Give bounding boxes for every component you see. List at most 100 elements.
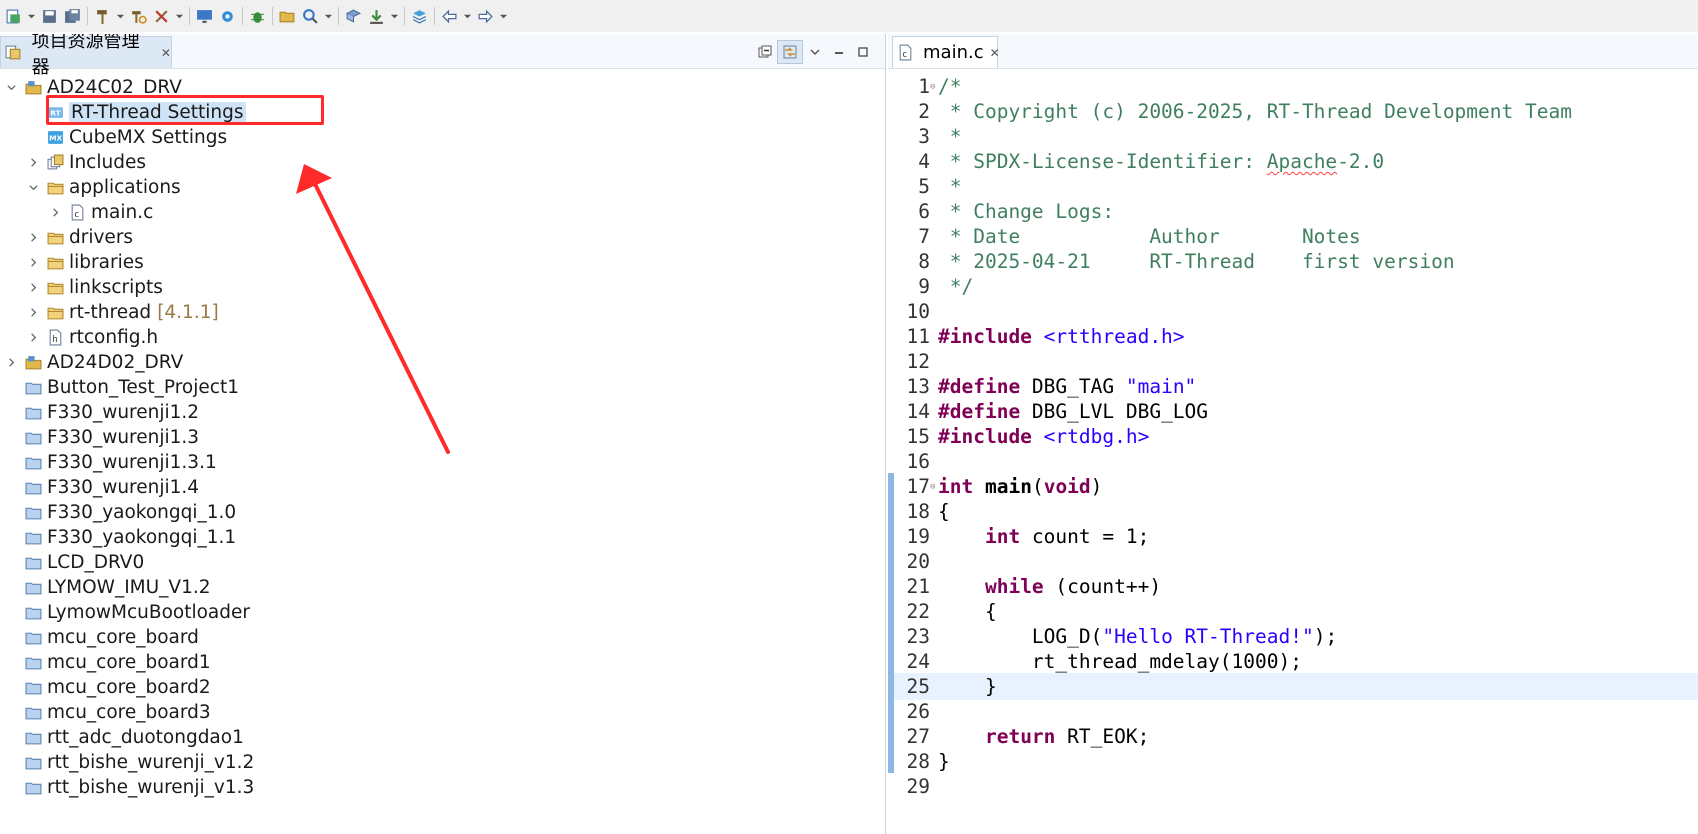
clean-icon[interactable] bbox=[150, 5, 172, 27]
tree-item[interactable]: rtt_bishe_wurenji_v1.2 bbox=[4, 749, 254, 776]
tree-item[interactable]: drivers bbox=[26, 224, 133, 251]
fold-toggle-icon[interactable]: ⊖ bbox=[930, 482, 938, 492]
tree-item[interactable]: c main.c bbox=[48, 199, 153, 226]
link-with-editor-icon[interactable] bbox=[777, 40, 803, 64]
save-icon[interactable] bbox=[38, 5, 60, 27]
minimize-icon[interactable] bbox=[827, 41, 851, 63]
code-line[interactable]: 29 bbox=[888, 773, 1698, 800]
book-icon[interactable] bbox=[342, 5, 364, 27]
tree-item[interactable]: F330_yaokongqi_1.0 bbox=[4, 499, 236, 526]
code-line[interactable]: 24 rt_thread_mdelay(1000); bbox=[888, 648, 1698, 675]
download-icon[interactable] bbox=[365, 5, 387, 27]
dropdown-arrow-icon[interactable] bbox=[461, 5, 473, 27]
code-line[interactable]: 21 while (count++) bbox=[888, 573, 1698, 600]
code-line[interactable]: 20 bbox=[888, 548, 1698, 575]
code-line[interactable]: 22 { bbox=[888, 598, 1698, 625]
code-line[interactable]: 13 #define DBG_TAG "main" bbox=[888, 373, 1698, 400]
tree-item[interactable]: F330_wurenji1.3 bbox=[4, 424, 199, 451]
code-line[interactable]: 25 } bbox=[888, 673, 1698, 700]
tree-item[interactable]: libraries bbox=[26, 249, 144, 276]
code-line[interactable]: 28} bbox=[888, 748, 1698, 775]
hammer-build-icon[interactable] bbox=[91, 5, 113, 27]
rebuild-icon[interactable] bbox=[127, 5, 149, 27]
code-line[interactable]: 11 #include <rtthread.h> bbox=[888, 323, 1698, 350]
collapse-all-icon[interactable] bbox=[753, 41, 777, 63]
dropdown-arrow-icon[interactable] bbox=[388, 5, 400, 27]
tab-main-c[interactable]: c main.c ✕ bbox=[892, 36, 1000, 68]
code-line[interactable]: 17 ⊖ int main(void) bbox=[888, 473, 1698, 500]
code-line[interactable]: 19 int count = 1; bbox=[888, 523, 1698, 550]
tree-item[interactable]: mcu_core_board bbox=[4, 624, 199, 651]
search-icon[interactable] bbox=[299, 5, 321, 27]
tree-item[interactable]: RT RT-Thread Settings bbox=[26, 99, 246, 126]
tree-item[interactable]: AD24C02_DRV bbox=[4, 74, 182, 101]
code-line[interactable]: 23 LOG_D("Hello RT-Thread!"); bbox=[888, 623, 1698, 650]
code-line[interactable]: 2 * Copyright (c) 2006-2025, RT-Thread D… bbox=[888, 98, 1698, 125]
close-icon[interactable]: ✕ bbox=[990, 46, 1000, 60]
chevron-right-icon[interactable] bbox=[4, 356, 18, 370]
fold-toggle-icon[interactable]: ⊖ bbox=[930, 82, 938, 92]
chevron-right-icon[interactable] bbox=[26, 281, 40, 295]
monitor-icon[interactable] bbox=[193, 5, 215, 27]
debug-bug-icon[interactable] bbox=[246, 5, 268, 27]
close-icon[interactable]: ✕ bbox=[161, 46, 171, 60]
chevron-right-icon[interactable] bbox=[26, 331, 40, 345]
code-line[interactable]: 15 #include <rtdbg.h> bbox=[888, 423, 1698, 450]
tree-item[interactable]: LymowMcuBootloader bbox=[4, 599, 250, 626]
tree-item[interactable]: Button_Test_Project1 bbox=[4, 374, 239, 401]
code-line[interactable]: 12 bbox=[888, 348, 1698, 375]
tree-item[interactable]: mcu_core_board1 bbox=[4, 649, 211, 676]
tree-item[interactable]: MX CubeMX Settings bbox=[26, 124, 227, 151]
code-line[interactable]: 1 ⊖/* bbox=[888, 73, 1698, 100]
tree-item[interactable]: AD24D02_DRV bbox=[4, 349, 183, 376]
dropdown-arrow-icon[interactable] bbox=[173, 5, 185, 27]
code-line[interactable]: 8 * 2025-04-21 RT-Thread first version bbox=[888, 248, 1698, 275]
chevron-right-icon[interactable] bbox=[48, 206, 62, 220]
code-line[interactable]: 9 */ bbox=[888, 273, 1698, 300]
chevron-right-icon[interactable] bbox=[26, 256, 40, 270]
tree-item[interactable]: rt-thread [4.1.1] bbox=[26, 299, 219, 326]
new-icon[interactable] bbox=[2, 5, 24, 27]
chevron-down-icon[interactable] bbox=[26, 181, 40, 195]
dropdown-arrow-icon[interactable] bbox=[322, 5, 334, 27]
tree-item[interactable]: rtt_adc_duotongdao1 bbox=[4, 724, 244, 751]
view-menu-icon[interactable] bbox=[803, 41, 827, 63]
code-line[interactable]: 7 * Date Author Notes bbox=[888, 223, 1698, 250]
code-line[interactable]: 14 #define DBG_LVL DBG_LOG bbox=[888, 398, 1698, 425]
save-all-icon[interactable] bbox=[61, 5, 83, 27]
tree-item[interactable]: h rtconfig.h bbox=[26, 324, 158, 351]
code-line[interactable]: 18 { bbox=[888, 498, 1698, 525]
dropdown-arrow-icon[interactable] bbox=[114, 5, 126, 27]
layers-icon[interactable] bbox=[408, 5, 430, 27]
chevron-right-icon[interactable] bbox=[26, 231, 40, 245]
tree-item[interactable]: mcu_core_board2 bbox=[4, 674, 211, 701]
chevron-right-icon[interactable] bbox=[26, 156, 40, 170]
code-line[interactable]: 6 * Change Logs: bbox=[888, 198, 1698, 225]
code-line[interactable]: 27 return RT_EOK; bbox=[888, 723, 1698, 750]
tree-item[interactable]: F330_wurenji1.3.1 bbox=[4, 449, 217, 476]
explorer-tab[interactable]: 项目资源管理器 ✕ bbox=[0, 34, 172, 78]
maximize-icon[interactable] bbox=[851, 41, 875, 63]
chevron-right-icon[interactable] bbox=[26, 306, 40, 320]
dropdown-arrow-icon[interactable] bbox=[25, 5, 37, 27]
tree-item[interactable]: F330_wurenji1.4 bbox=[4, 474, 199, 501]
tree-item[interactable]: rtt_bishe_wurenji_v1.3 bbox=[4, 774, 254, 801]
tree-item[interactable]: LCD_DRV0 bbox=[4, 549, 144, 576]
code-line[interactable]: 5 * bbox=[888, 173, 1698, 200]
open-folder-icon[interactable] bbox=[276, 5, 298, 27]
tree-item[interactable]: LYMOW_IMU_V1.2 bbox=[4, 574, 211, 601]
code-line[interactable]: 3 * bbox=[888, 123, 1698, 150]
code-line[interactable]: 16 bbox=[888, 448, 1698, 475]
gear-icon[interactable] bbox=[216, 5, 238, 27]
tree-item[interactable]: F330_wurenji1.2 bbox=[4, 399, 199, 426]
tree-item[interactable]: linkscripts bbox=[26, 274, 163, 301]
tree-item[interactable]: Includes bbox=[26, 149, 146, 176]
code-line[interactable]: 10 bbox=[888, 298, 1698, 325]
dropdown-arrow-icon[interactable] bbox=[497, 5, 509, 27]
code-line[interactable]: 4 * SPDX-License-Identifier: Apache-2.0 bbox=[888, 148, 1698, 175]
tree-item[interactable]: applications bbox=[26, 174, 181, 201]
chevron-down-icon[interactable] bbox=[4, 81, 18, 95]
back-arrow-icon[interactable] bbox=[438, 5, 460, 27]
forward-arrow-icon[interactable] bbox=[474, 5, 496, 27]
code-line[interactable]: 26 bbox=[888, 698, 1698, 725]
